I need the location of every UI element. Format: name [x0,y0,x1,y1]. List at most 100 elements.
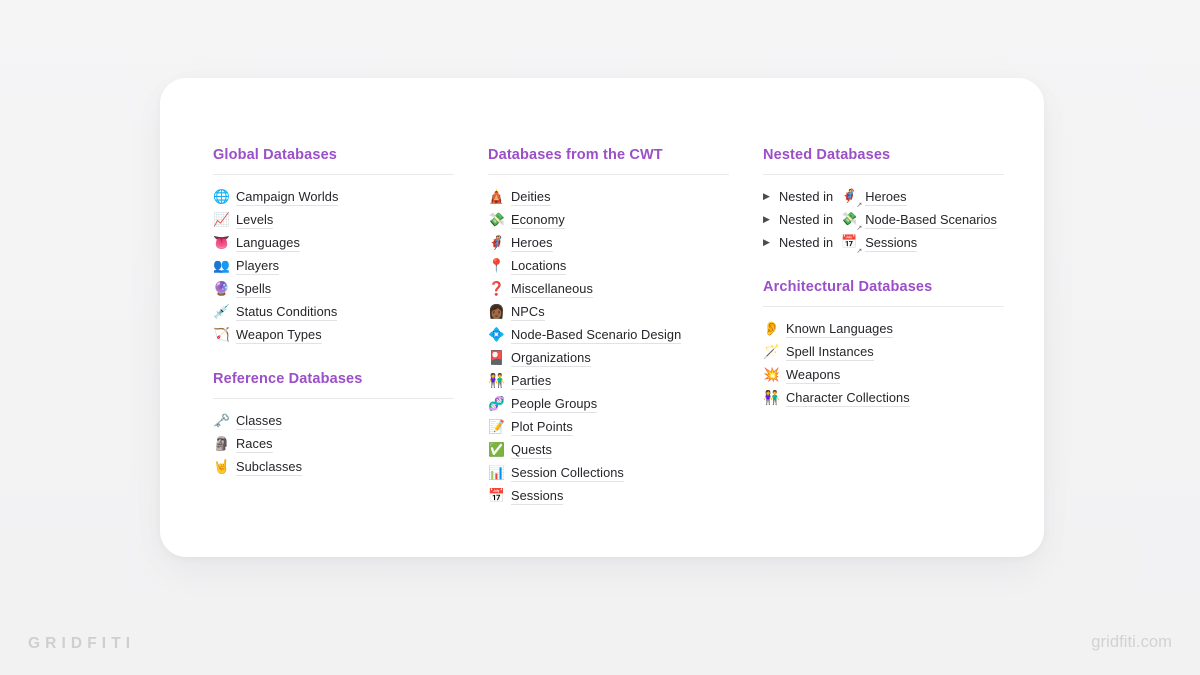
database-list-item[interactable]: 🎴 Organizations [488,346,729,369]
toggle-triangle-icon[interactable]: ▶ [763,189,772,205]
database-list-item[interactable]: 💥 Weapons [763,363,1004,386]
database-item-label[interactable]: Races [236,435,273,453]
database-list-global-databases: 🌐 Campaign Worlds 📈 Levels 👅 Languages 👥 Player… [213,185,454,346]
database-item-label[interactable]: Status Conditions [236,303,338,321]
database-list-item[interactable]: 📊 Session Collections [488,461,729,484]
database-item-label[interactable]: Organizations [511,349,591,367]
database-list-item[interactable]: 🗝️ Classes [213,409,454,432]
section-heading-databases-from-the-cwt: Databases from the CWT [488,147,663,163]
database-item-label[interactable]: Node-Based Scenario Design [511,326,682,344]
nested-database-label[interactable]: Sessions [865,234,918,252]
database-item-label[interactable]: Sessions [511,487,564,505]
section-divider [213,398,454,400]
database-item-label[interactable]: Campaign Worlds [236,188,339,206]
section-divider [763,174,1004,176]
database-item-label[interactable]: Deities [511,188,551,206]
database-item-label[interactable]: Players [236,257,280,275]
toggle-triangle-icon[interactable]: ▶ [763,235,772,251]
database-item-label[interactable]: Weapon Types [236,326,322,344]
section-heading-architectural-databases: Architectural Databases [763,279,933,296]
database-list-item[interactable]: 👫 Parties [488,369,729,392]
database-item-label[interactable]: Weapons [786,366,841,384]
database-item-label[interactable]: Session Collections [511,464,624,482]
database-item-label[interactable]: Levels [236,211,274,229]
section-divider [763,306,1004,308]
superhero-icon: 🦸 ↗ [841,186,862,209]
database-list-item[interactable]: 🪄 Spell Instances [763,340,1004,363]
database-item-label[interactable]: People Groups [511,395,598,413]
busts-in-silhouette-icon: 👥 [213,257,230,274]
section-heading-global-databases: Global Databases [213,147,338,163]
tongue-icon: 👅 [213,234,230,251]
database-list-item[interactable]: 🤘 Subclasses [213,455,454,478]
database-list-item[interactable]: 📈 Levels [213,208,454,231]
database-item-label[interactable]: Spell Instances [786,343,874,361]
gridfiti-url-watermark: gridfiti.com [1091,633,1172,651]
database-list-item[interactable]: 🦸 Heroes [488,231,729,254]
database-list-item[interactable]: ❓ Miscellaneous [488,277,729,300]
database-list-item[interactable]: ✅ Quests [488,438,729,461]
database-item-label[interactable]: Known Languages [786,320,893,338]
database-list-item[interactable]: 📝 Plot Points [488,415,729,438]
dna-icon: 🧬 [488,395,505,412]
database-list-item[interactable]: 🌐 Campaign Worlds [213,185,454,208]
database-list-item[interactable]: 🧬 People Groups [488,392,729,415]
database-list-item[interactable]: 💠 Node-Based Scenario Design [488,323,729,346]
moai-icon: 🗿 [213,435,230,452]
database-item-label[interactable]: Languages [236,234,300,252]
section-divider [213,174,454,176]
emoji-glyph: 💸 [841,211,858,227]
nested-prefix-label: Nested in [779,234,834,250]
database-item-label[interactable]: Miscellaneous [511,280,593,298]
database-list-nested-databases: ▶ Nested in 🦸 ↗ Heroes ▶ Nested in 💸 ↗ Node-Based… [763,185,1004,254]
toggle-triangle-icon[interactable]: ▶ [763,212,772,228]
sign-of-the-horns-icon: 🤘 [213,458,230,475]
database-list-item[interactable]: 👩🏾 NPCs [488,300,729,323]
database-item-label[interactable]: Parties [511,372,552,390]
database-list-item[interactable]: 👥 Players [213,254,454,277]
database-item-label[interactable]: NPCs [511,303,545,321]
database-list-item[interactable]: 👅 Languages [213,231,454,254]
database-list-item[interactable]: 🛕 Deities [488,185,729,208]
nested-toggle-item[interactable]: ▶ Nested in 💸 ↗ Node-Based Scenarios [763,208,1004,231]
database-item-label[interactable]: Locations [511,257,567,275]
gridfiti-wordmark: GRIDFITI [28,635,136,652]
database-list-item[interactable]: 💸 Economy [488,208,729,231]
database-list-item[interactable]: 👂 Known Languages [763,317,1004,340]
nested-database-label[interactable]: Heroes [865,188,907,206]
database-list-item[interactable]: 🔮 Spells [213,277,454,300]
chart-increasing-icon: 📈 [213,211,230,228]
database-list-item[interactable]: 👫 Character Collections [763,386,1004,409]
database-list-item[interactable]: 📍 Locations [488,254,729,277]
section-heading-reference-databases: Reference Databases [213,371,363,388]
emoji-glyph: 📅 [841,234,858,250]
database-item-label[interactable]: Classes [236,412,282,430]
collision-icon: 💥 [763,366,780,383]
nested-toggle-item[interactable]: ▶ Nested in 🦸 ↗ Heroes [763,185,1004,208]
section-databases-from-the-cwt: Databases from the CWT 🛕 Deities 💸 Economy 🦸 H… [488,146,729,507]
database-list-databases-from-the-cwt: 🛕 Deities 💸 Economy 🦸 Heroes 📍 Locations ❓ Miscel… [488,185,729,507]
man-and-woman-holding-hands-icon: 👫 [488,372,505,389]
database-item-label[interactable]: Heroes [511,234,553,252]
database-list-item[interactable]: 🗿 Races [213,432,454,455]
database-list-item[interactable]: 🏹 Weapon Types [213,323,454,346]
database-item-label[interactable]: Spells [236,280,272,298]
database-item-label[interactable]: Quests [511,441,552,459]
nested-prefix-label: Nested in [779,188,834,204]
link-arrow-icon: ↗ [856,246,863,255]
diamond-with-a-dot-icon: 💠 [488,326,505,343]
database-item-label[interactable]: Character Collections [786,389,910,407]
money-with-wings-icon: 💸 ↗ [841,209,862,232]
database-item-label[interactable]: Plot Points [511,418,573,436]
section-nested-databases: Nested Databases ▶ Nested in 🦸 ↗ Heroes ▶ Neste… [763,146,1004,254]
database-item-label[interactable]: Subclasses [236,458,303,476]
database-item-label[interactable]: Economy [511,211,565,229]
round-pushpin-icon: 📍 [488,257,505,274]
calendar-icon: 📅 ↗ [841,232,862,255]
database-list-item[interactable]: 📅 Sessions [488,484,729,507]
syringe-icon: 💉 [213,303,230,320]
nested-toggle-item[interactable]: ▶ Nested in 📅 ↗ Sessions [763,231,1004,254]
database-list-item[interactable]: 💉 Status Conditions [213,300,454,323]
hindu-temple-icon: 🛕 [488,188,505,205]
nested-database-label[interactable]: Node-Based Scenarios [865,211,997,229]
